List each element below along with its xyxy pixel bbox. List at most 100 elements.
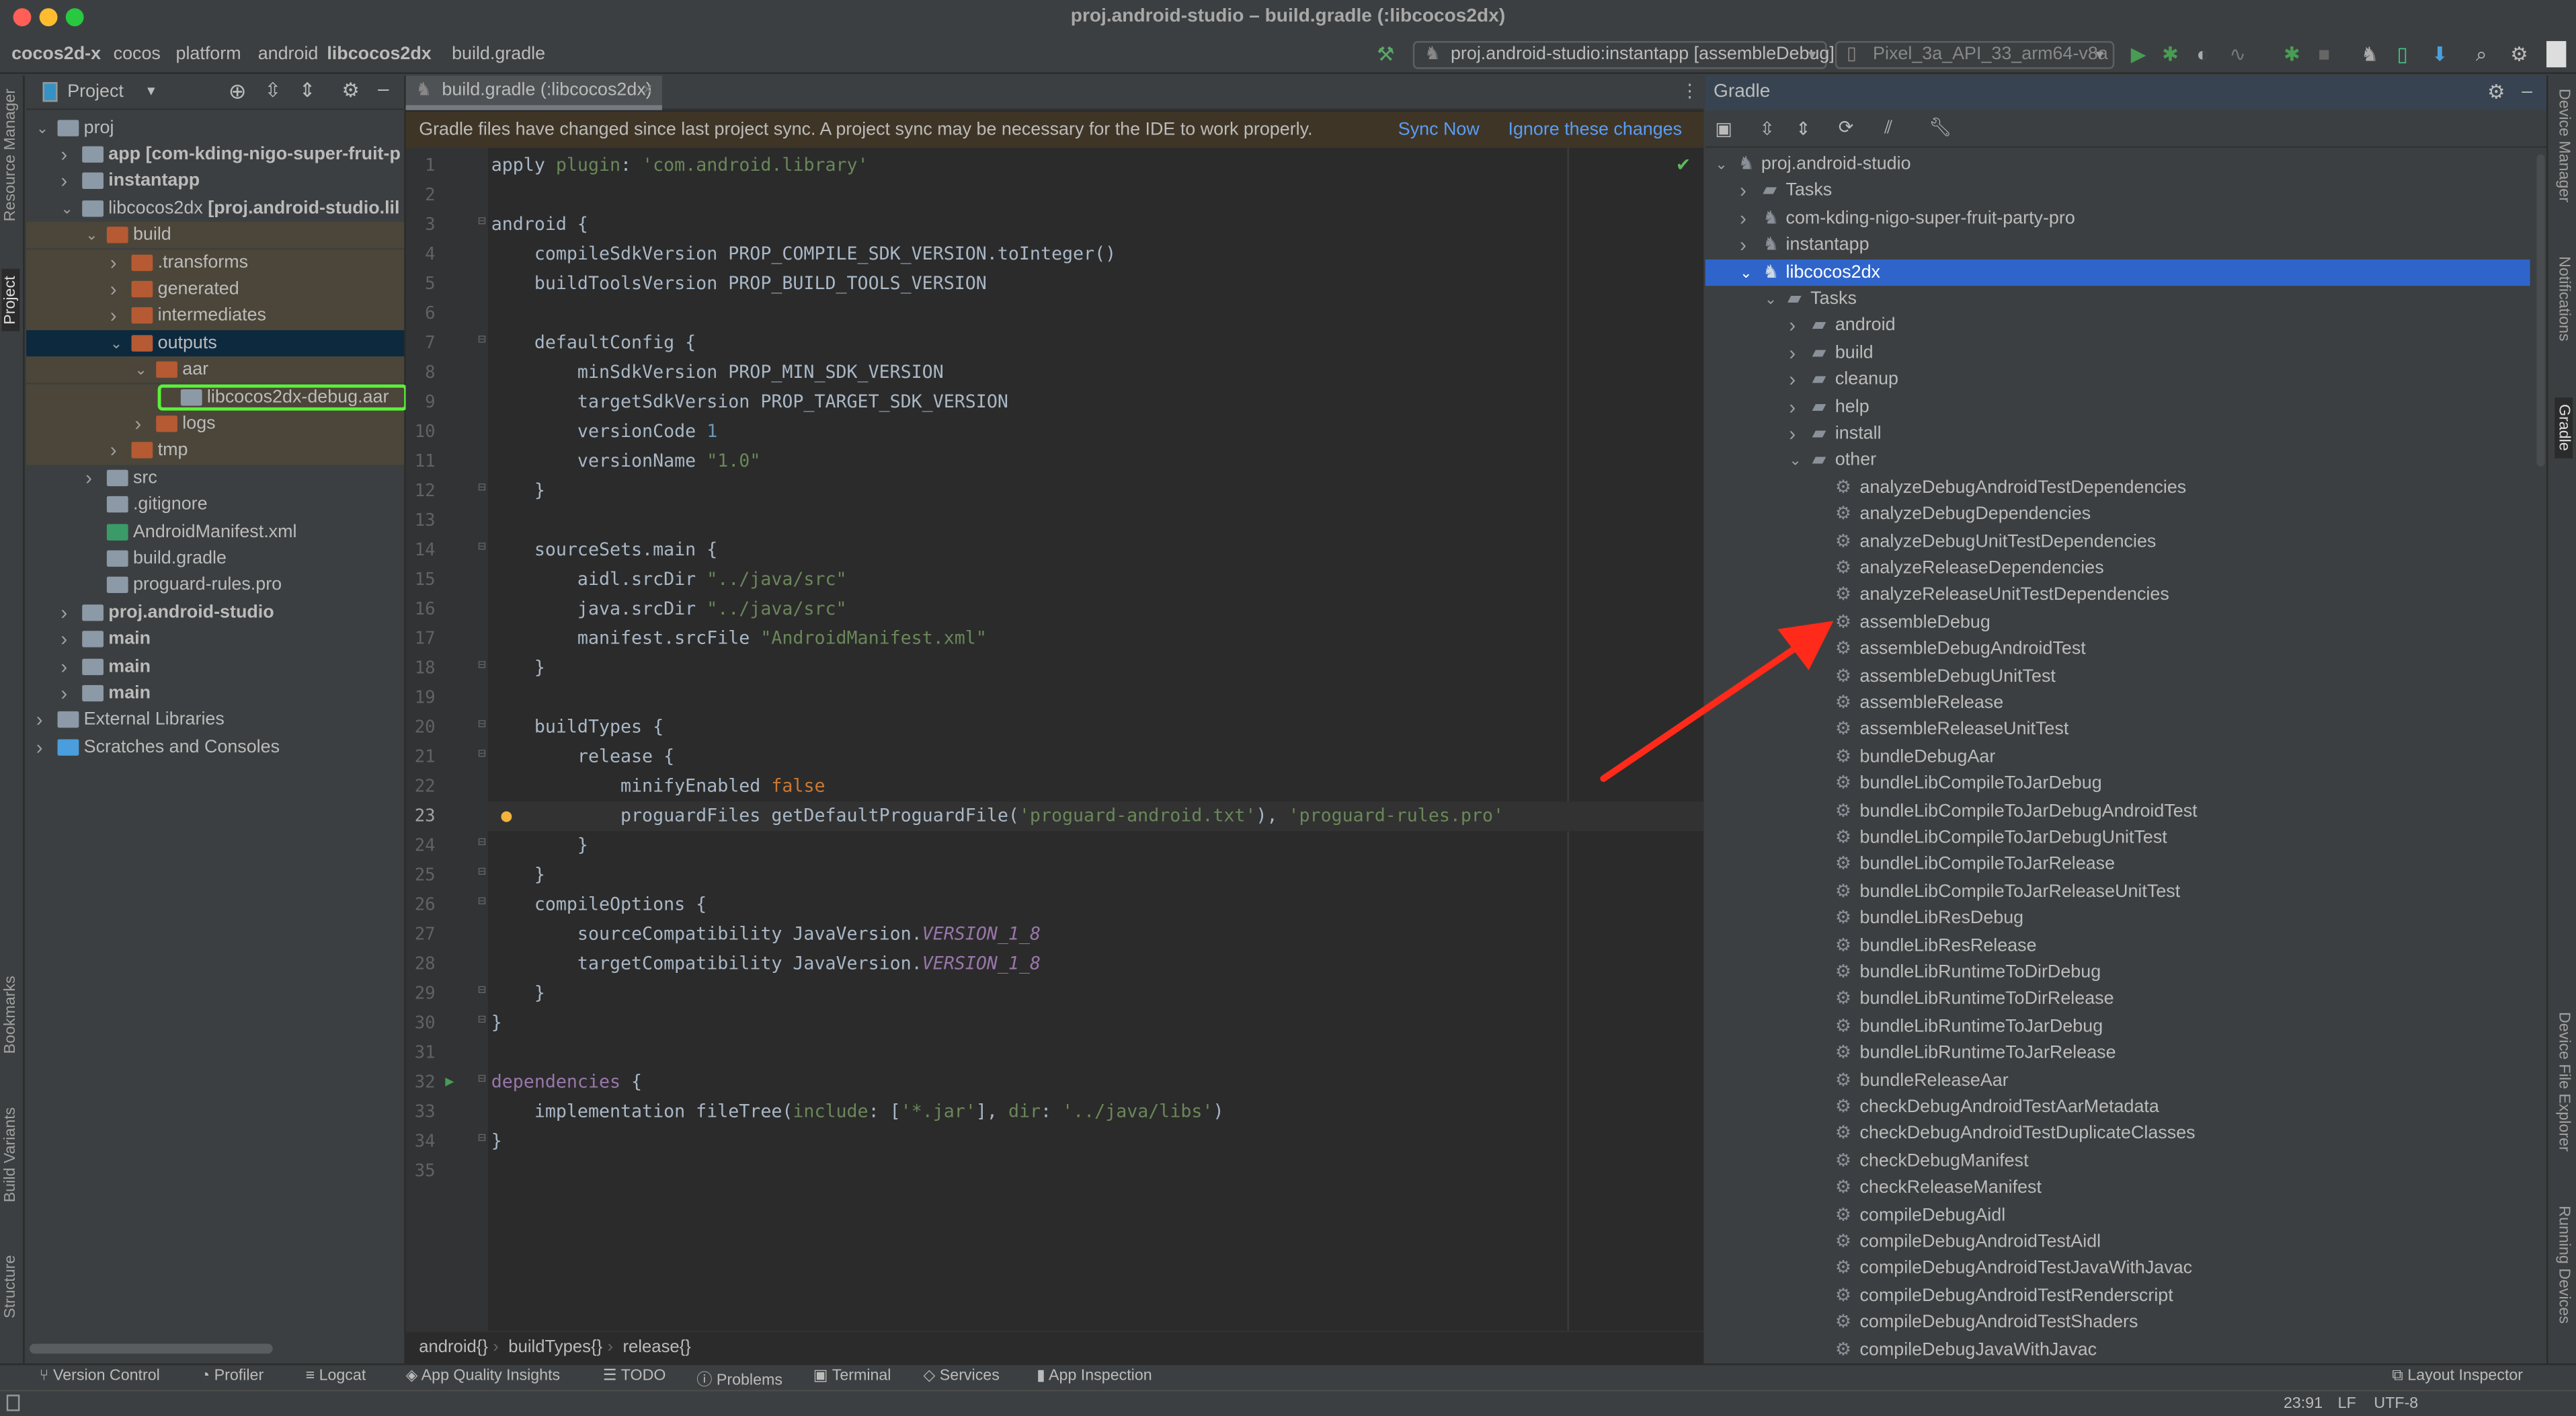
expand-all-icon[interactable]: ⇳ <box>264 79 281 102</box>
fold-close-icon[interactable]: ⊟ <box>478 1130 486 1145</box>
tree-item[interactable]: › main <box>26 680 404 707</box>
search-icon[interactable]: ⌕ <box>2476 43 2487 66</box>
gradle-task[interactable]: ⚙ analyzeReleaseDependencies <box>1705 555 2546 582</box>
locate-icon[interactable]: ⊕ <box>229 79 247 105</box>
tree-item[interactable]: › .transforms <box>26 249 405 276</box>
tree-item[interactable]: › intermediates <box>26 303 405 330</box>
gradle-task[interactable]: ⚙ checkDebugManifest <box>1705 1148 2546 1175</box>
gradle-task[interactable]: ⚙ assembleDebugAndroidTest <box>1705 636 2546 663</box>
tool-version-control[interactable]: ⑂ Version Control <box>40 1367 160 1385</box>
crumb-android[interactable]: android{} <box>419 1337 488 1357</box>
gradle-task[interactable]: ⚙ assembleDebug <box>1705 609 2546 636</box>
hide-icon[interactable]: – <box>2522 75 2532 110</box>
attach-icon[interactable]: ∿ <box>2229 43 2246 66</box>
tree-item[interactable]: › logs <box>26 410 405 438</box>
tree-item[interactable]: › instantapp <box>26 168 404 195</box>
tree-item[interactable]: ⌄ build <box>26 222 405 249</box>
crumb-buildtypes[interactable]: buildTypes{} <box>508 1337 602 1357</box>
tool-gradle[interactable]: Gradle <box>2554 397 2573 458</box>
gradle-task[interactable]: ⚙ bundleLibCompileToJarRelease <box>1705 852 2546 879</box>
chevron-down-icon[interactable]: ⌄ <box>1765 286 1777 312</box>
chevron-right-icon[interactable]: › <box>61 653 67 679</box>
line-separator[interactable]: LF <box>2338 1394 2356 1413</box>
chevron-right-icon[interactable]: › <box>1740 205 1746 231</box>
tree-item[interactable]: libcocos2dx-debug.aar <box>26 383 408 411</box>
chevron-right-icon[interactable]: › <box>61 599 67 625</box>
more-options-icon[interactable]: ⋮ <box>1681 81 1699 102</box>
stop-icon[interactable]: ■ <box>2318 43 2330 66</box>
chevron-right-icon[interactable]: › <box>110 438 117 464</box>
minimize-window-button[interactable] <box>39 8 58 27</box>
chevron-right-icon[interactable]: › <box>110 303 117 329</box>
chevron-right-icon[interactable]: › <box>61 680 67 706</box>
fold-close-icon[interactable]: ⊟ <box>478 657 486 672</box>
gradle-task[interactable]: ⚙ checkDebugAndroidTestAarMetadata <box>1705 1094 2546 1121</box>
gradle-tree-item[interactable]: › ▰ install <box>1705 420 2530 447</box>
close-window-button[interactable] <box>13 8 32 27</box>
tool-terminal[interactable]: ▣ Terminal <box>813 1367 891 1385</box>
tree-item[interactable]: › External Libraries <box>26 707 404 734</box>
gradle-task[interactable]: ⚙ checkDebugAndroidTestDuplicateClasses <box>1705 1121 2546 1148</box>
chevron-right-icon[interactable]: › <box>1789 420 1796 446</box>
chevron-right-icon[interactable]: › <box>85 465 92 491</box>
gradle-tree-item[interactable]: › ▰ help <box>1705 393 2530 420</box>
gradle-task[interactable]: ⚙ bundleLibResDebug <box>1705 906 2546 933</box>
gradle-task[interactable]: ⚙ bundleReleaseAar <box>1705 1067 2546 1094</box>
tree-item[interactable]: › generated <box>26 276 405 303</box>
tool-problems[interactable]: ⓘ Problems <box>696 1367 782 1390</box>
collapse-all-icon[interactable]: ⇕ <box>299 79 316 102</box>
gradle-task[interactable]: ⚙ compileDebugAndroidTestJavaWithJavac <box>1705 1256 2546 1283</box>
gradle-tree-item[interactable]: › ▰ Tasks <box>1705 178 2530 205</box>
gradle-tree-item[interactable]: ⌄ ♞ libcocos2dx <box>1705 259 2530 286</box>
tree-item[interactable]: ⌄ aar <box>26 356 405 384</box>
fold-open-icon[interactable]: ⊟ <box>478 539 486 553</box>
gear-icon[interactable]: ⚙ <box>2487 75 2505 110</box>
ignore-changes-link[interactable]: Ignore these changes <box>1508 112 1683 148</box>
gradle-tree-item[interactable]: › ▰ cleanup <box>1705 366 2530 393</box>
tree-item[interactable]: ⌄ outputs <box>26 329 405 357</box>
profile-icon[interactable]: ◐ <box>2196 43 2208 66</box>
chevron-down-icon[interactable]: ⌄ <box>85 222 97 248</box>
gradle-task[interactable]: ⚙ checkReleaseManifest <box>1705 1175 2546 1202</box>
collapse-all-icon[interactable]: ⇕ <box>1796 118 1811 139</box>
chevron-down-icon[interactable]: ⌄ <box>36 114 48 141</box>
fold-close-icon[interactable]: ⊟ <box>478 1012 486 1027</box>
tree-item[interactable]: › main <box>26 626 404 653</box>
tree-item[interactable]: › Scratches and Consoles <box>26 734 404 760</box>
project-view-select[interactable]: Project <box>67 82 124 102</box>
fold-open-icon[interactable]: ⊟ <box>478 332 486 347</box>
gradle-task[interactable]: ⚙ analyzeDebugAndroidTestDependencies <box>1705 475 2546 502</box>
gradle-tree-item[interactable]: › ♞ com-kding-nigo-super-fruit-party-pro <box>1705 205 2530 232</box>
run-configuration-select[interactable]: ♞ proj.android-studio:instantapp [assemb… <box>1412 41 1835 69</box>
fold-close-icon[interactable]: ⊟ <box>478 982 486 997</box>
file-encoding[interactable]: UTF-8 <box>2374 1394 2418 1413</box>
tool-bookmarks[interactable]: Bookmarks <box>1 976 19 1054</box>
tool-build-variants[interactable]: Build Variants <box>1 1107 19 1203</box>
fold-close-icon[interactable]: ⊟ <box>478 864 486 879</box>
tool-layout-inspector[interactable]: ⧉ Layout Inspector <box>2392 1367 2523 1385</box>
chevron-down-icon[interactable]: ⌄ <box>1789 448 1801 474</box>
wrench-icon[interactable]: 🔧︎ <box>1929 116 1951 138</box>
expand-all-icon[interactable]: ⇳ <box>1759 118 1775 139</box>
chevron-right-icon[interactable]: › <box>110 276 117 302</box>
device-manager-icon[interactable]: ▯ <box>2397 43 2408 66</box>
gradle-tree-item[interactable]: › ♞ instantapp <box>1705 232 2530 259</box>
gradle-task[interactable]: ⚙ compileDebugAndroidTestRenderscript <box>1705 1283 2546 1310</box>
tree-item[interactable]: proguard-rules.pro <box>26 572 404 599</box>
gradle-tree-item[interactable]: ⌄ ▰ other <box>1705 448 2530 475</box>
chevron-right-icon[interactable]: › <box>61 141 67 167</box>
tool-project[interactable]: Project <box>1 269 20 331</box>
vertical-scrollbar[interactable] <box>2536 154 2545 467</box>
gradle-task[interactable]: ⚙ assembleReleaseUnitTest <box>1705 717 2546 744</box>
chevron-right-icon[interactable]: › <box>1789 393 1796 420</box>
gradle-tree-item[interactable]: ⌄ ♞ proj.android-studio <box>1705 151 2530 178</box>
chevron-right-icon[interactable]: › <box>110 249 117 275</box>
apply-changes-icon[interactable]: ✱ <box>2284 43 2300 66</box>
fold-open-icon[interactable]: ⊟ <box>478 746 486 760</box>
hide-icon[interactable]: – <box>378 77 389 100</box>
gradle-tree-item[interactable]: ⌄ ▰ Tasks <box>1705 286 2530 313</box>
settings-icon[interactable]: ⚙ <box>2510 43 2528 66</box>
chevron-right-icon[interactable]: › <box>1789 340 1796 366</box>
chevron-down-icon[interactable]: ⌄ <box>134 356 147 383</box>
fold-close-icon[interactable]: ⊟ <box>478 834 486 849</box>
